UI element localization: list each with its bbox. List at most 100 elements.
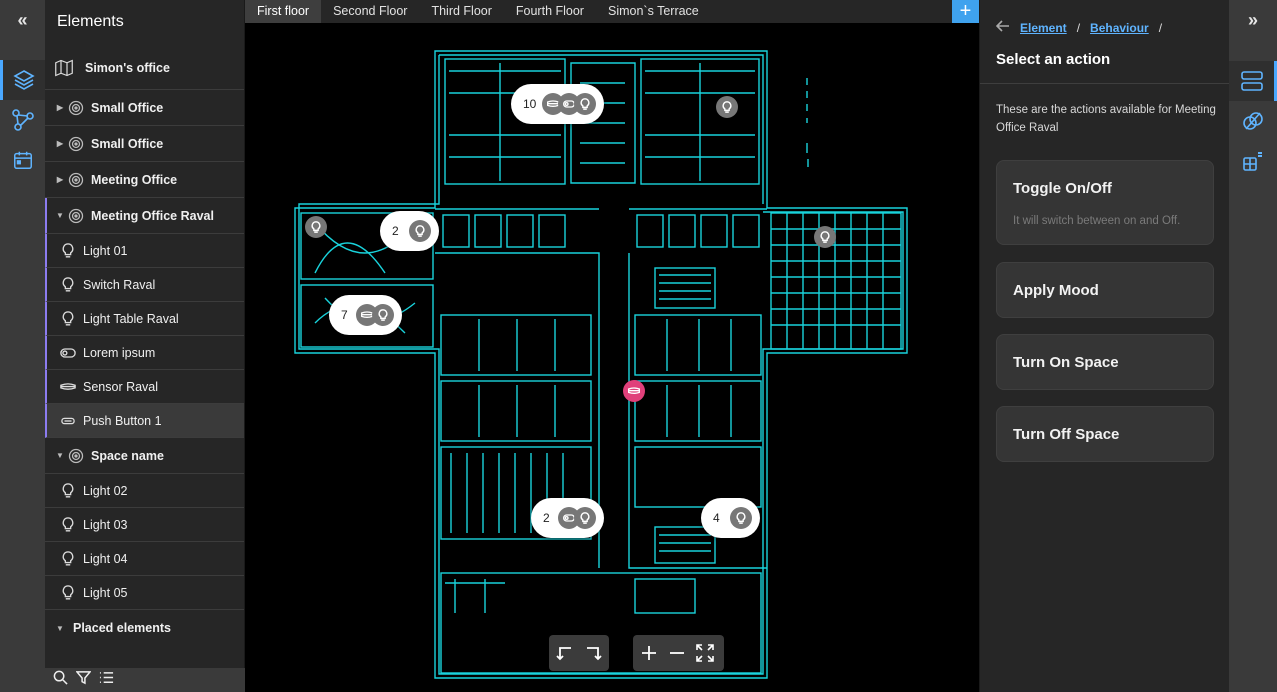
tree-item-device[interactable]: Light 01 — [45, 234, 244, 268]
zoom-controls — [633, 635, 724, 671]
map-pin-group[interactable]: 2 — [380, 211, 439, 251]
panel-bottom-toolbar — [45, 668, 245, 692]
bulb-icon — [59, 482, 77, 500]
caret-down-icon[interactable]: ▼ — [53, 624, 67, 633]
tree-item-device[interactable]: Light 02 — [45, 474, 244, 508]
caret-down-icon[interactable]: ▼ — [53, 451, 67, 460]
bulb-icon — [371, 304, 394, 326]
bulb-icon — [59, 310, 77, 328]
space-icon — [67, 99, 85, 117]
map-pin-group[interactable]: 7 — [329, 295, 402, 335]
search-button[interactable] — [53, 670, 68, 690]
app: « Elements Simon's office ▶ Small Office… — [0, 0, 1277, 692]
left-rail: « — [0, 0, 45, 692]
tree-item-space-expanded[interactable]: ▼ Space name — [45, 438, 244, 474]
rail-modules-button[interactable] — [1229, 141, 1277, 181]
space-icon — [67, 207, 85, 225]
tree-item-device[interactable]: Light Table Raval — [45, 302, 244, 336]
tree-item-label: Simon's office — [85, 61, 170, 75]
list-view-button[interactable] — [99, 670, 114, 690]
action-turn-on-space[interactable]: Turn On Space — [996, 334, 1214, 390]
tree-item-space[interactable]: ▶ Meeting Office — [45, 162, 244, 198]
map-pin-group[interactable]: 4 — [701, 498, 760, 538]
tree-item-device-selected[interactable]: Push Button 1 — [45, 404, 244, 438]
bulb-icon — [820, 230, 830, 243]
filter-icon — [75, 671, 92, 685]
tree-item-label: Placed elements — [73, 621, 171, 635]
tree-item-label: Light 03 — [83, 517, 128, 532]
rotate-left-icon — [556, 647, 571, 661]
tree-item-label: Space name — [91, 448, 164, 463]
tree-item-space-expanded[interactable]: ▼ Meeting Office Raval — [45, 198, 244, 234]
pin-count: 10 — [523, 97, 537, 111]
tab-second-floor[interactable]: Second Floor — [321, 0, 419, 23]
caret-right-icon[interactable]: ▶ — [53, 103, 67, 112]
tree-item-map[interactable]: Simon's office — [45, 47, 244, 90]
tab-terrace[interactable]: Simon`s Terrace — [596, 0, 711, 23]
tree-item-device[interactable]: Switch Raval — [45, 268, 244, 302]
collapse-icon: « — [17, 9, 28, 30]
map-light[interactable] — [305, 216, 327, 238]
add-floor-button[interactable]: + — [952, 0, 979, 23]
tab-fourth-floor[interactable]: Fourth Floor — [504, 0, 596, 23]
breadcrumb-behaviour[interactable]: Behaviour — [1090, 21, 1149, 35]
caret-down-icon[interactable]: ▼ — [53, 211, 67, 220]
map-light[interactable] — [814, 226, 836, 248]
zoom-out-button[interactable] — [667, 643, 687, 663]
rail-elements-button[interactable] — [0, 60, 45, 100]
tree-item-device[interactable]: Light 05 — [45, 576, 244, 610]
rail-flows-button[interactable] — [0, 100, 45, 140]
rotate-right-button[interactable] — [583, 643, 603, 663]
breadcrumb-element[interactable]: Element — [1020, 21, 1067, 35]
tree-item-label: Light 04 — [83, 551, 128, 566]
rail-devices-button[interactable] — [1229, 61, 1277, 101]
map-pin-group[interactable]: 2 — [531, 498, 604, 538]
divider — [980, 83, 1230, 84]
collapse-panel-button[interactable]: « — [0, 0, 45, 40]
caret-right-icon[interactable]: ▶ — [53, 139, 67, 148]
action-turn-off-space[interactable]: Turn Off Space — [996, 406, 1214, 462]
bulb-icon — [311, 220, 321, 233]
action-apply-mood[interactable]: Apply Mood — [996, 262, 1214, 318]
plus-icon — [642, 646, 656, 660]
tree-item-label: Small Office — [91, 100, 164, 115]
space-icon — [67, 135, 85, 153]
breadcrumb: Element / Behaviour / — [995, 20, 1162, 35]
search-icon — [53, 670, 68, 685]
bulb-icon — [729, 507, 752, 529]
map-push-button-selected[interactable] — [623, 380, 645, 402]
arrow-left-icon — [995, 20, 1009, 32]
map-pin-group[interactable]: 10 — [511, 84, 605, 124]
elements-panel: Elements Simon's office ▶ Small Office ▶… — [45, 0, 245, 692]
rail-calendar-button[interactable] — [0, 140, 45, 180]
rotate-right-icon — [587, 647, 602, 661]
minus-icon — [670, 652, 684, 654]
tree-item-device[interactable]: Light 03 — [45, 508, 244, 542]
expand-panel-button[interactable]: » — [1229, 0, 1277, 40]
tab-third-floor[interactable]: Third Floor — [419, 0, 503, 23]
layers-icon — [13, 70, 35, 90]
tab-first-floor[interactable]: First floor — [245, 0, 322, 23]
tree-item-placed-elements[interactable]: ▼ Placed elements — [45, 610, 244, 646]
filter-button[interactable] — [75, 670, 92, 690]
bulb-icon — [59, 242, 77, 260]
tree-item-label: Switch Raval — [83, 277, 156, 292]
caret-right-icon[interactable]: ▶ — [53, 175, 67, 184]
tree-item-device[interactable]: Sensor Raval — [45, 370, 244, 404]
tree-item-device[interactable]: Lorem ipsum — [45, 336, 244, 370]
zoom-in-button[interactable] — [639, 643, 659, 663]
floor-plan-map[interactable]: 10 2 7 2 4 — [245, 23, 979, 692]
tree-item-device[interactable]: Light 04 — [45, 542, 244, 576]
floor-tabs: First floor Second Floor Third Floor Fou… — [245, 0, 979, 23]
back-button[interactable] — [995, 20, 1010, 35]
map-light[interactable] — [716, 96, 738, 118]
action-toggle-on-off[interactable]: Toggle On/Off It will switch between on … — [996, 160, 1214, 245]
bulb-icon — [59, 584, 77, 602]
rotate-left-button[interactable] — [555, 643, 575, 663]
tree-item-space[interactable]: ▶ Small Office — [45, 126, 244, 162]
rail-links-button[interactable] — [1229, 101, 1277, 141]
fit-screen-button[interactable] — [695, 643, 715, 663]
tree-item-space[interactable]: ▶ Small Office — [45, 90, 244, 126]
expand-icon — [696, 644, 714, 662]
tree-item-label: Light 05 — [83, 585, 128, 600]
